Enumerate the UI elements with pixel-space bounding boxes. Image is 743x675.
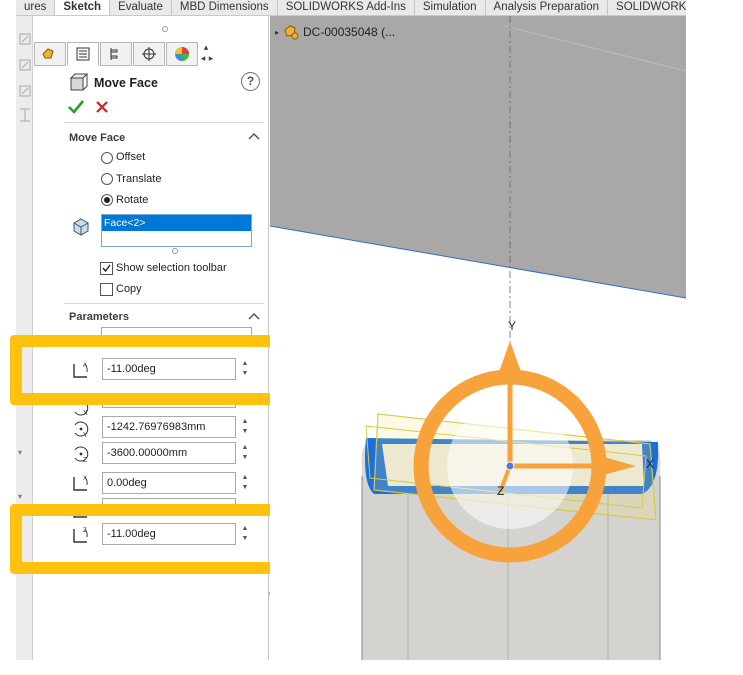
tabs-scroll-left-icon[interactable]: ◂ — [199, 53, 207, 64]
tab-displaymanager[interactable] — [166, 42, 198, 66]
configurationmanager-icon — [110, 48, 118, 60]
tabs-scroll-right-icon[interactable]: ▸ — [207, 53, 215, 64]
section-title-parameters: Parameters — [69, 311, 129, 323]
selection-item-face[interactable]: Face<2> — [102, 215, 251, 231]
triad-label-x: X — [646, 457, 654, 471]
tree-item-label[interactable]: DC-00035048 (... — [303, 25, 395, 39]
face-selection-icon — [73, 218, 89, 236]
center-y-spinner[interactable]: ▲ ▼ — [240, 417, 250, 439]
manager-tabs: ▴ ◂ ▸ — [34, 42, 267, 66]
propertymanager-icon — [76, 47, 90, 61]
rotation-center-z-icon: Z — [74, 446, 89, 464]
tabs-scroll-up-icon[interactable]: ▴ — [199, 42, 213, 53]
svg-text:X: X — [83, 476, 87, 482]
radio-label-rotate: Rotate — [116, 194, 149, 206]
center-z-input[interactable]: -3600.00000mm — [102, 442, 236, 464]
angle-x-input[interactable]: 0.00deg — [102, 472, 236, 494]
triad-y-arrow — [499, 341, 521, 372]
radio-label-translate: Translate — [116, 173, 162, 185]
section-title-move-face: Move Face — [69, 132, 126, 144]
radio-rotate[interactable] — [101, 194, 113, 206]
copy-label: Copy — [116, 283, 142, 295]
radio-label-offset: Offset — [116, 151, 146, 163]
model-plate-face — [270, 16, 686, 298]
rotate-x-angle-icon: X — [73, 476, 88, 491]
sketch-feature-icon[interactable] — [19, 58, 31, 72]
appearance-sphere-icon — [175, 47, 189, 61]
svg-text:Y: Y — [83, 432, 88, 439]
ibeam-icon[interactable] — [19, 108, 31, 122]
move-face-icon — [69, 73, 88, 91]
flyout-feature-tree: ▸ DC-00035048 (... — [275, 21, 395, 43]
sketch-feature-icon[interactable] — [19, 84, 31, 98]
expand-arrow-icon[interactable]: ▸ — [275, 28, 279, 37]
triad-origin — [505, 461, 515, 471]
rotation-center-y-icon: Y — [74, 421, 89, 439]
annotation-highlight-box — [10, 504, 304, 574]
tab-solidworks-addins[interactable]: SOLIDWORKS Add-Ins — [278, 0, 415, 15]
tab-analysis-preparation[interactable]: Analysis Preparation — [486, 0, 609, 15]
tab-dimxpertmanager[interactable] — [133, 42, 165, 66]
center-y-input[interactable]: -1242.76976983mm — [102, 416, 236, 438]
tab-evaluate[interactable]: Evaluate — [110, 0, 172, 15]
model-view: Y X Z — [270, 16, 686, 660]
page-title: Move Face — [94, 76, 158, 90]
tab-configurationmanager[interactable] — [100, 42, 132, 66]
sketch-feature-icon[interactable] — [19, 32, 31, 46]
tab-sketch[interactable]: Sketch — [55, 0, 111, 15]
crosshair-icon — [142, 47, 156, 61]
collapse-arrow-icon[interactable]: ▾ — [18, 492, 22, 501]
annotation-highlight-box — [10, 335, 304, 405]
show-selection-toolbar-checkbox[interactable] — [100, 262, 113, 275]
divider — [64, 122, 264, 123]
tab-features[interactable]: ures — [16, 0, 56, 15]
chevron-up-icon[interactable] — [248, 132, 260, 140]
triad-label-y: Y — [508, 319, 516, 333]
panel-splitter-handle[interactable] — [162, 26, 168, 32]
copy-checkbox[interactable] — [100, 283, 113, 296]
tab-propertymanager[interactable] — [67, 42, 99, 66]
divider — [64, 303, 264, 304]
command-manager-tabs: ures Sketch Evaluate MBD Dimensions SOLI… — [16, 0, 686, 16]
featuremanager-icon — [42, 48, 54, 59]
tab-mbd-dimensions[interactable]: MBD Dimensions — [172, 0, 278, 15]
tab-solidworks-cam[interactable]: SOLIDWORKS CA — [608, 0, 686, 15]
collapse-arrow-icon[interactable]: ▾ — [18, 448, 22, 457]
chevron-up-icon[interactable] — [248, 312, 260, 320]
tab-featuremanager[interactable] — [34, 42, 66, 66]
show-selection-toolbar-label: Show selection toolbar — [116, 262, 227, 274]
selection-list[interactable]: Face<2> — [101, 214, 252, 247]
question-icon[interactable]: ? — [241, 72, 260, 91]
svg-text:X: X — [83, 410, 88, 417]
svg-text:Z: Z — [83, 457, 88, 464]
radio-translate[interactable] — [101, 173, 113, 185]
center-z-spinner[interactable]: ▲ ▼ — [240, 443, 250, 465]
radio-offset[interactable] — [101, 152, 113, 164]
x-icon[interactable] — [96, 101, 108, 113]
triad-label-z: Z — [497, 484, 504, 498]
graphics-area[interactable]: Y X Z — [270, 16, 686, 660]
assembly-icon — [284, 25, 299, 40]
list-resize-handle[interactable] — [172, 248, 178, 254]
tab-simulation[interactable]: Simulation — [415, 0, 486, 15]
check-icon[interactable] — [68, 100, 84, 114]
angle-x-spinner[interactable]: ▲ ▼ — [240, 473, 250, 495]
